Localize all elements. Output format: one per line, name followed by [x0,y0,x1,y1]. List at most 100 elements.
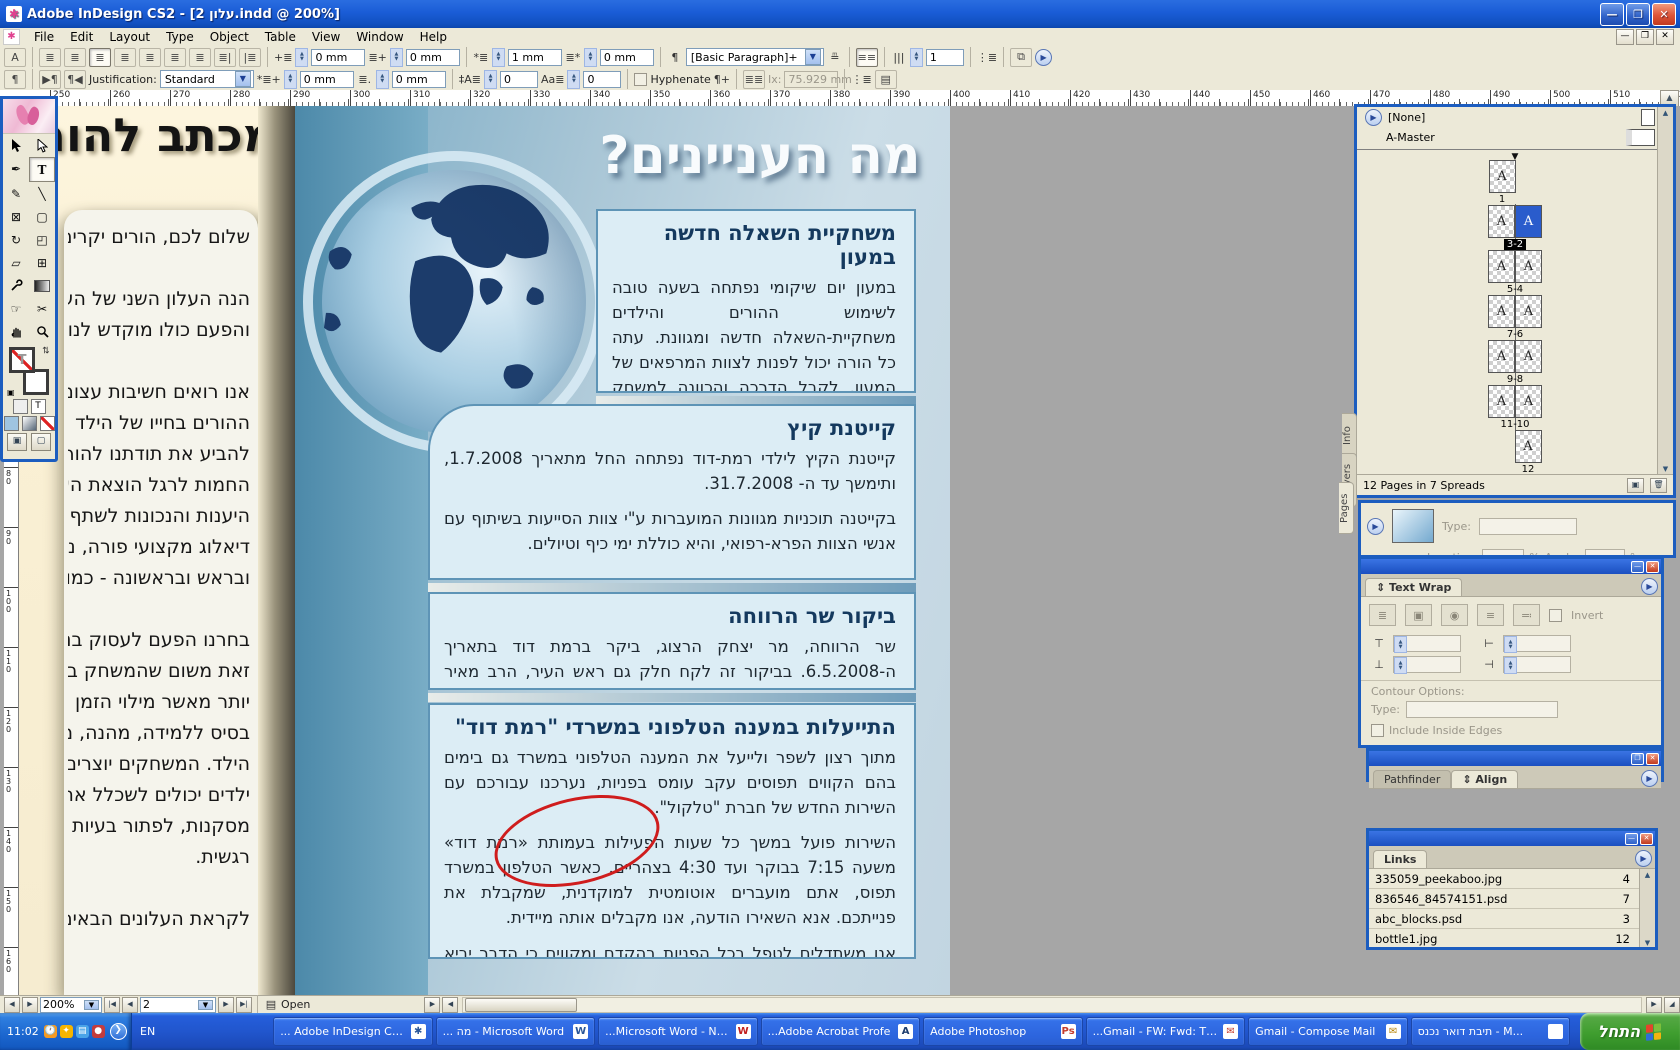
justify-last-left-button[interactable]: ≣ [114,47,136,67]
preview-view-button[interactable]: ▢ [31,433,51,451]
apply-color-button[interactable] [3,416,19,431]
container-format-button[interactable] [12,399,28,414]
link-row[interactable]: abc_blocks.psd 3 [1369,909,1640,929]
apply-none-button[interactable] [39,416,55,431]
scrollbar-thumb[interactable] [465,997,578,1012]
no-wrap-button[interactable]: ≣ [1369,604,1396,626]
hscroll-left-button[interactable]: ◀ [442,996,459,1013]
tab-text-wrap[interactable]: ⇕ Text Wrap [1365,578,1463,596]
justification-combo[interactable]: Standard ▼ [159,70,254,88]
panel-close-button[interactable]: ✕ [1646,752,1659,765]
shear-tool[interactable]: ▱ [3,251,29,274]
combo-arrow-icon[interactable]: ▼ [804,49,821,65]
jump-object-button[interactable]: ≡ [1477,604,1504,626]
combo-arrow-icon[interactable]: ▼ [84,999,99,1010]
maximize-button[interactable]: ❐ [1626,2,1650,26]
paragraph-style-combo[interactable]: [Basic Paragraph]+ ▼ [685,48,824,66]
panel-minimize-button[interactable]: — [1625,832,1638,845]
space-after-field[interactable]: 0 mm [599,48,654,66]
swap-fill-stroke-icon[interactable]: ⇄ [40,346,50,354]
horizontal-scrollbar[interactable] [462,996,1642,1013]
spread-item[interactable]: AA 9-8 [1357,340,1673,385]
title-bar[interactable]: ✱ Adobe InDesign CS2 - [2 עלון.indd @ 20… [0,0,1680,28]
wrap-object-shape-button[interactable]: ◉ [1441,604,1468,626]
grid-align-button[interactable]: ≣≣ [743,69,765,89]
last-line-indent-spinner[interactable]: ▲ ▼ [375,69,389,89]
panel-title-bar[interactable]: — ✕ [1369,831,1655,846]
fill-stroke-controls[interactable]: T ⇄ ▣ [7,345,51,397]
palette-menu-button[interactable]: ▶ [1035,48,1053,66]
taskbar-button[interactable]: ...Adobe Acrobat Profe A [760,1017,921,1046]
antivirus-icon[interactable]: ● [91,1025,105,1038]
pen-tool[interactable]: ✒ [3,157,29,180]
drop-cap-lines-spinner[interactable]: ▲ ▼ [484,69,497,89]
story-box-minister-visit[interactable]: ביקור שר הרווחה שר הרווחה, מר יצחק הרצוג… [428,592,916,690]
panel-menu-button[interactable]: ▶ [1635,850,1652,867]
spread-item[interactable]: A 1 [1357,160,1673,205]
first-page-button[interactable]: |◀ [104,996,120,1013]
taskbar-button[interactable]: ...Microsoft Word - New W [598,1017,758,1046]
taskbar-button[interactable]: ... Adobe InDesign CS2 ✱ [273,1017,433,1046]
rectangle-tool[interactable]: ▢ [29,205,55,228]
left-page-text-column[interactable]: שלום לכם, הורים יקרים הנה העלון השני של ה… [64,210,258,995]
language-indicator[interactable]: EN [140,1025,155,1038]
menu-item[interactable]: Table [257,28,304,46]
menu-item[interactable]: Help [412,28,455,46]
taskbar-button[interactable]: Gmail - Compose Mail ✉ [1248,1017,1408,1046]
story-box-summer-camp[interactable]: קייטנת קיץ קייטנת הקיץ לילדי רמת-דוד נפת… [428,404,916,580]
master-none-row[interactable]: ▶ [None] [1357,107,1673,127]
next-page-button[interactable]: ▶ [218,996,234,1013]
link-row[interactable]: bottle1.jpg 12 [1369,929,1640,947]
indent-left-field[interactable]: 0 mm [311,48,366,66]
clock-tray-icon[interactable]: 🕐 [43,1025,57,1038]
panel-menu-button[interactable]: ▶ [1367,517,1384,535]
page-number-combo[interactable]: 2 ▼ [140,996,216,1013]
align-left-button[interactable]: ≣ [39,47,61,67]
menu-item[interactable]: Object [202,28,257,46]
justify-last-center-button[interactable]: ≣ [139,47,161,67]
character-formatting-button[interactable]: A [4,47,26,67]
notes-button[interactable]: ▤ [874,69,897,89]
close-button[interactable]: ✕ [1652,2,1676,26]
menu-item[interactable]: File [26,28,62,46]
drop-cap-chars-spinner[interactable]: ▲ ▼ [567,69,581,89]
space-before-spinner[interactable]: ▲ ▼ [491,47,505,67]
panel-menu-button[interactable]: ▶ [1641,770,1658,787]
selection-tool[interactable] [3,134,29,157]
align-right-button[interactable]: ≣ [89,47,111,67]
align-away-spine-button[interactable]: |≣ [239,47,261,67]
last-line-indent-field[interactable]: 0 mm [391,70,446,88]
first-line-indent-field[interactable]: 0 mm [299,70,354,88]
panel-menu-button[interactable]: ▶ [1365,108,1382,126]
justify-last-right-button[interactable]: ≣ [164,47,186,67]
gradient-swatch[interactable] [1392,509,1434,543]
indent-right-field[interactable]: 0 mm [405,48,460,66]
combo-arrow-icon[interactable]: ▼ [234,71,251,87]
resize-grip[interactable]: ◢ [1664,996,1680,1013]
panel-minimize-button[interactable]: — [1631,560,1644,573]
ltr-paragraph-button[interactable]: ▶¶ [39,69,61,89]
jump-next-column-button[interactable]: ≕ [1513,604,1540,626]
indent-left-spinner[interactable]: ▲ ▼ [295,47,309,67]
type-tool[interactable]: T [29,157,55,182]
drop-cap-lines-field[interactable]: 0 [500,70,538,88]
menu-item[interactable]: Layout [101,28,158,46]
menu-item[interactable]: Edit [62,28,101,46]
link-row[interactable]: 836546_84574151.psd 7 [1369,889,1640,909]
taskbar-button[interactable]: תיבת דואר נכנס - M... ✉ [1410,1017,1571,1046]
gradient-tool[interactable] [29,274,55,297]
panel-title-bar[interactable]: ❐ ✕ [1369,751,1661,766]
scissors-tool[interactable]: ✂ [29,297,55,320]
panel-maximize-button[interactable]: ❐ [1631,752,1644,765]
right-page[interactable]: מה העניינים? משחקיית השאלה חדשה במעון במ… [295,106,950,995]
zoom-out-button[interactable]: ◀ [4,996,20,1013]
pencil-tool[interactable]: ✎ [3,182,29,205]
link-row[interactable]: 335059_peekaboo.jpg 4 [1369,869,1640,889]
spread-item[interactable]: AA 5-4 [1357,250,1673,295]
security-shield-icon[interactable]: ✦ [59,1025,73,1038]
default-fill-stroke-icon[interactable]: ▣ [7,388,15,397]
tab-pathfinder[interactable]: Pathfinder [1373,770,1452,788]
align-towards-spine-button[interactable]: ≣| [214,47,236,67]
hyphenate-checkbox[interactable] [634,72,648,86]
columns-spinner[interactable]: ▲ ▼ [909,47,923,67]
